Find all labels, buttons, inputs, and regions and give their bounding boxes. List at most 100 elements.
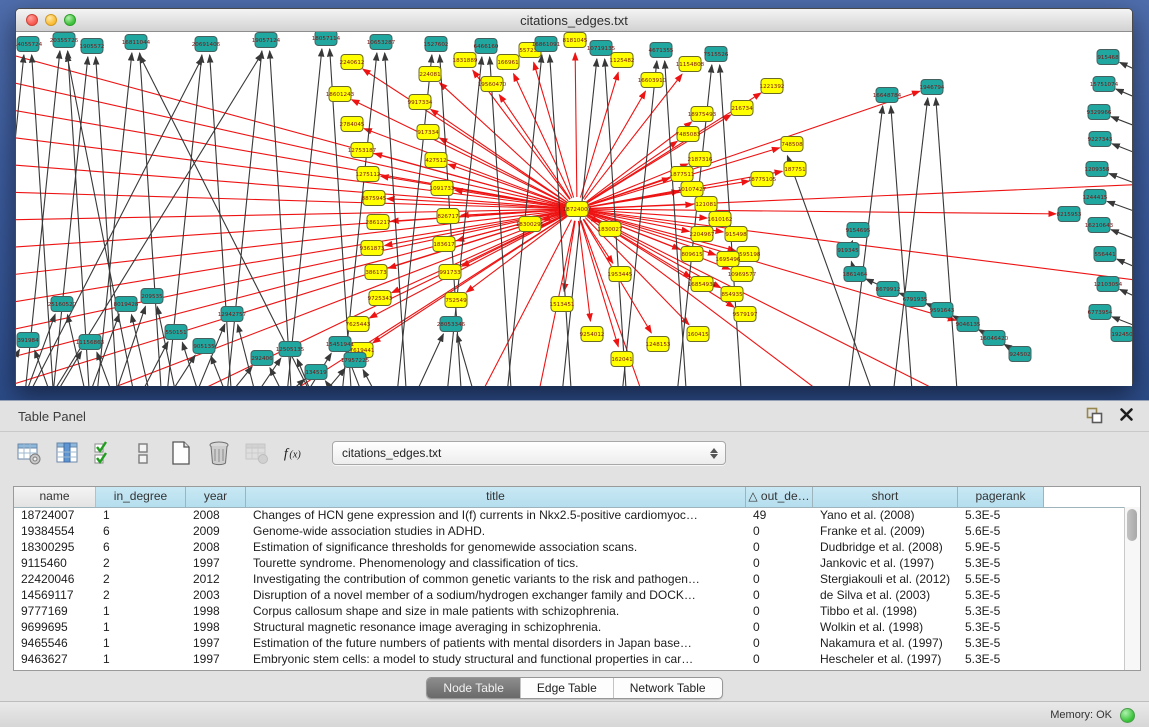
black-edge[interactable] xyxy=(112,306,145,386)
close-panel-icon[interactable] xyxy=(1117,407,1135,425)
table-cell[interactable]: 0 xyxy=(746,539,813,555)
table-cell[interactable]: 0 xyxy=(746,619,813,635)
red-edge[interactable] xyxy=(583,91,645,198)
table-cell[interactable]: Estimation of significance thresholds fo… xyxy=(246,539,746,555)
table-cell[interactable]: Dudbridge et al. (2008) xyxy=(813,539,958,555)
black-edge[interactable] xyxy=(1120,289,1132,306)
table-cell[interactable]: 0 xyxy=(746,587,813,603)
table-row[interactable]: 2242004622012Investigating the contribut… xyxy=(14,571,1125,587)
table-cell[interactable]: 5.3E-5 xyxy=(958,555,1044,571)
table-cell[interactable]: 5.9E-5 xyxy=(958,539,1044,555)
red-edge[interactable] xyxy=(575,53,577,197)
table-cell[interactable]: 1 xyxy=(96,635,186,651)
table-cell[interactable]: 0 xyxy=(746,555,813,571)
table-row[interactable]: 977716911998Corpus callosum shape and si… xyxy=(14,603,1125,619)
network-canvas[interactable]: 1872400722406121860124327840451275318712… xyxy=(16,32,1132,386)
table-cell[interactable]: de Silva et al. (2003) xyxy=(813,587,958,603)
minimize-button[interactable] xyxy=(45,14,57,26)
table-cell[interactable]: Estimation of the future numbers of pati… xyxy=(246,635,746,651)
black-edge[interactable] xyxy=(136,342,168,386)
black-edge[interactable] xyxy=(210,55,232,386)
table-cell[interactable]: 2 xyxy=(96,555,186,571)
black-edge[interactable] xyxy=(222,367,252,386)
table-cell[interactable]: 0 xyxy=(746,523,813,539)
black-edge[interactable] xyxy=(891,106,913,386)
table-cell[interactable]: 1998 xyxy=(186,603,246,619)
black-edge[interactable] xyxy=(1112,144,1132,161)
table-cell[interactable]: Franke et al. (2009) xyxy=(813,523,958,539)
table-cell[interactable]: 1997 xyxy=(186,635,246,651)
tab-network-table[interactable]: Network Table xyxy=(613,678,722,698)
red-edge[interactable] xyxy=(589,209,1056,214)
table-cell[interactable]: 1 xyxy=(96,619,186,635)
black-edge[interactable] xyxy=(851,262,852,265)
table-cell[interactable]: 5.3E-5 xyxy=(958,587,1044,603)
table-row[interactable]: 1456911722003Disruption of a novel membe… xyxy=(14,587,1125,603)
table-cell[interactable]: 6 xyxy=(96,523,186,539)
table-cell[interactable]: 9777169 xyxy=(14,603,96,619)
table-cell[interactable]: 5.3E-5 xyxy=(958,651,1044,667)
new-column-icon[interactable] xyxy=(166,438,196,468)
red-edge[interactable] xyxy=(16,211,565,304)
table-cell[interactable]: 9465546 xyxy=(14,635,96,651)
table-cell[interactable]: 2008 xyxy=(186,507,246,523)
table-mode-icon[interactable] xyxy=(14,438,44,468)
red-edge[interactable] xyxy=(589,184,1132,208)
table-cell[interactable]: 2 xyxy=(96,571,186,587)
red-edge[interactable] xyxy=(578,221,590,321)
red-edge[interactable] xyxy=(16,210,565,276)
black-edge[interactable] xyxy=(226,51,262,386)
delete-table-icon[interactable] xyxy=(242,438,272,468)
table-cell[interactable]: Nakamura et al. (1997) xyxy=(813,635,958,651)
column-header-year[interactable]: year xyxy=(186,487,246,507)
table-cell[interactable]: 1 xyxy=(96,603,186,619)
column-header-outde[interactable]: △ out_de… xyxy=(746,487,813,507)
red-edge[interactable] xyxy=(16,164,565,208)
red-edge[interactable] xyxy=(588,91,919,205)
table-cell[interactable]: 0 xyxy=(746,635,813,651)
column-header-short[interactable]: short xyxy=(813,487,958,507)
black-edge[interactable] xyxy=(1111,230,1132,247)
table-cell[interactable]: 6 xyxy=(96,539,186,555)
table-cell[interactable]: Changes of HCN gene expression and I(f) … xyxy=(246,507,746,523)
table-row[interactable]: 1872400712008Changes of HCN gene express… xyxy=(14,507,1125,523)
table-row[interactable]: 1938455462009Genome-wide association stu… xyxy=(14,523,1125,539)
table-cell[interactable]: Yano et al. (2008) xyxy=(813,507,958,523)
table-cell[interactable]: 1997 xyxy=(186,555,246,571)
table-cell[interactable]: Investigating the contribution of common… xyxy=(246,571,746,587)
black-edge[interactable] xyxy=(211,356,230,386)
column-visibility-icon[interactable] xyxy=(52,438,82,468)
table-cell[interactable]: Genome-wide association studies in ADHD. xyxy=(246,523,746,539)
table-cell[interactable]: 0 xyxy=(746,651,813,667)
table-cell[interactable]: Tibbo et al. (1998) xyxy=(813,603,958,619)
table-row[interactable]: 969969511998Structural magnetic resonanc… xyxy=(14,619,1125,635)
black-edge[interactable] xyxy=(363,370,381,386)
table-cell[interactable]: 5.5E-5 xyxy=(958,571,1044,587)
table-cell[interactable]: 2003 xyxy=(186,587,246,603)
table-cell[interactable]: Disruption of a novel member of a sodium… xyxy=(246,587,746,603)
table-cell[interactable]: 22420046 xyxy=(14,571,96,587)
network-graph[interactable]: 1872400722406121860124327840451275318712… xyxy=(16,32,1132,386)
table-selector-dropdown[interactable]: citations_edges.txt xyxy=(332,441,726,465)
clear-selection-icon[interactable] xyxy=(128,438,158,468)
table-row[interactable]: 946362711997Embryonic stem cells: a mode… xyxy=(14,651,1125,667)
close-button[interactable] xyxy=(26,14,38,26)
table-cell[interactable]: 9699695 xyxy=(14,619,96,635)
table-cell[interactable]: 2012 xyxy=(186,571,246,587)
red-edge[interactable] xyxy=(364,129,566,205)
black-edge[interactable] xyxy=(67,54,136,386)
table-row[interactable]: 911546021997Tourette syndrome. Phenomeno… xyxy=(14,555,1125,571)
table-cell[interactable]: 9115460 xyxy=(14,555,96,571)
table-cell[interactable]: 5.6E-5 xyxy=(958,523,1044,539)
column-header-title[interactable]: title xyxy=(246,487,746,507)
table-cell[interactable]: Stergiakouli et al. (2012) xyxy=(813,571,958,587)
table-row[interactable]: 946554611997Estimation of the future num… xyxy=(14,635,1125,651)
table-cell[interactable]: 5.3E-5 xyxy=(958,635,1044,651)
table-cell[interactable]: 2009 xyxy=(186,523,246,539)
table-cell[interactable]: 1 xyxy=(96,651,186,667)
table-cell[interactable]: 9463627 xyxy=(14,651,96,667)
table-cell[interactable]: 18724007 xyxy=(14,507,96,523)
table-cell[interactable]: 1998 xyxy=(186,619,246,635)
select-all-icon[interactable] xyxy=(90,438,120,468)
zoom-button[interactable] xyxy=(64,14,76,26)
